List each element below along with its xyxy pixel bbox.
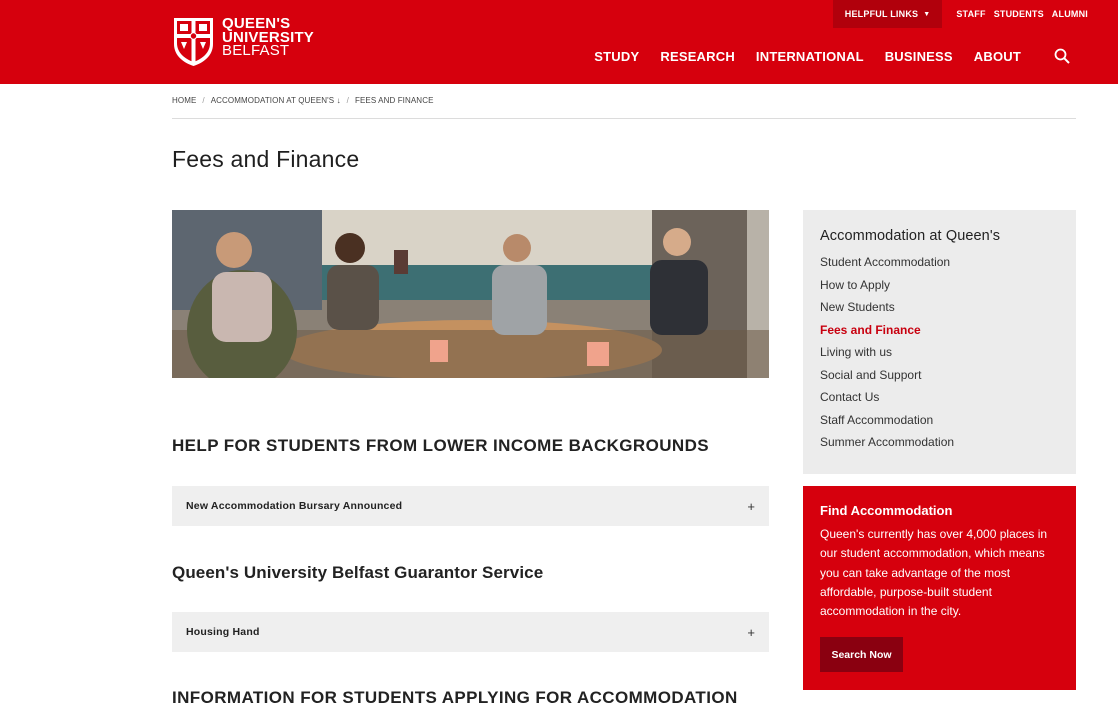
section-nav: Accommodation at Queen's Student Accommo… — [803, 210, 1076, 474]
sidebar-item-social-and-support[interactable]: Social and Support — [820, 366, 1059, 389]
university-logo[interactable]: QUEEN'S UNIVERSITY BELFAST — [172, 16, 314, 67]
plus-icon: + — [747, 624, 755, 640]
find-accommodation-text: Queen's currently has over 4,000 places … — [820, 527, 1048, 619]
nav-study[interactable]: STUDY — [594, 49, 639, 64]
search-now-button[interactable]: Search Now — [820, 637, 903, 672]
university-crest-icon — [174, 18, 213, 66]
logo-wordmark: QUEEN'S UNIVERSITY BELFAST — [222, 16, 314, 59]
heading-applying-info: INFORMATION FOR STUDENTS APPLYING FOR AC… — [172, 688, 738, 707]
site-header: HELPFUL LINKS ▼ STAFF STUDENTS ALUMNI QU… — [0, 0, 1118, 84]
students-link[interactable]: STUDENTS — [994, 9, 1044, 19]
main-nav: STUDY RESEARCH INTERNATIONAL BUSINESS AB… — [594, 48, 1070, 64]
sidebar-item-living-with-us[interactable]: Living with us — [820, 343, 1059, 366]
plus-icon: + — [747, 498, 755, 514]
page-title: Fees and Finance — [172, 146, 360, 172]
sidebar-item-fees-and-finance[interactable]: Fees and Finance — [820, 321, 1059, 344]
caret-down-icon: ▼ — [923, 10, 931, 18]
breadcrumb-divider — [172, 118, 1076, 119]
logo-line-3: BELFAST — [222, 42, 290, 59]
breadcrumb-separator: / — [346, 96, 349, 105]
breadcrumb: HOME / ACCOMMODATION AT QUEEN'S ↓ / FEES… — [172, 96, 434, 105]
heading-low-income-help: HELP FOR STUDENTS FROM LOWER INCOME BACK… — [172, 436, 709, 455]
sidebar-item-staff-accommodation[interactable]: Staff Accommodation — [820, 411, 1059, 434]
hero-image-students-lounge — [172, 210, 769, 378]
section-nav-title[interactable]: Accommodation at Queen's — [820, 228, 1059, 244]
arrow-down-icon: ↓ — [336, 96, 341, 105]
breadcrumb-separator: / — [202, 96, 205, 105]
accordion-bursary[interactable]: New Accommodation Bursary Announced + — [172, 486, 769, 526]
find-accommodation-panel: Find Accommodation Queen's currently has… — [803, 486, 1076, 690]
breadcrumb-home[interactable]: HOME — [172, 96, 196, 105]
nav-international[interactable]: INTERNATIONAL — [756, 49, 864, 64]
nav-business[interactable]: BUSINESS — [885, 49, 953, 64]
utility-bar: HELPFUL LINKS ▼ STAFF STUDENTS ALUMNI — [832, 0, 1088, 28]
sidebar-item-student-accommodation[interactable]: Student Accommodation — [820, 253, 1059, 276]
nav-research[interactable]: RESEARCH — [660, 49, 735, 64]
accordion-housing-hand[interactable]: Housing Hand + — [172, 612, 769, 652]
audience-links: STAFF STUDENTS ALUMNI — [942, 0, 1088, 28]
helpful-links-dropdown[interactable]: HELPFUL LINKS ▼ — [832, 0, 943, 28]
sidebar-item-new-students[interactable]: New Students — [820, 298, 1059, 321]
staff-link[interactable]: STAFF — [956, 9, 985, 19]
helpful-links-label: HELPFUL LINKS — [844, 9, 919, 19]
sidebar-item-contact-us[interactable]: Contact Us — [820, 388, 1059, 411]
alumni-link[interactable]: ALUMNI — [1052, 9, 1088, 19]
accordion-bursary-label: New Accommodation Bursary Announced — [186, 500, 403, 512]
section-nav-list: Student Accommodation How to Apply New S… — [820, 253, 1059, 456]
search-icon[interactable] — [1054, 48, 1070, 64]
heading-guarantor-service: Queen's University Belfast Guarantor Ser… — [172, 563, 544, 582]
sidebar-item-summer-accommodation[interactable]: Summer Accommodation — [820, 433, 1059, 456]
sidebar-item-how-to-apply[interactable]: How to Apply — [820, 276, 1059, 299]
accordion-housing-hand-label: Housing Hand — [186, 626, 260, 638]
breadcrumb-section-label: ACCOMMODATION AT QUEEN'S — [210, 96, 335, 105]
find-accommodation-title: Find Accommodation — [820, 503, 953, 518]
nav-about[interactable]: ABOUT — [974, 49, 1021, 64]
breadcrumb-current: FEES AND FINANCE — [355, 96, 434, 105]
breadcrumb-section[interactable]: ACCOMMODATION AT QUEEN'S ↓ — [211, 96, 341, 105]
